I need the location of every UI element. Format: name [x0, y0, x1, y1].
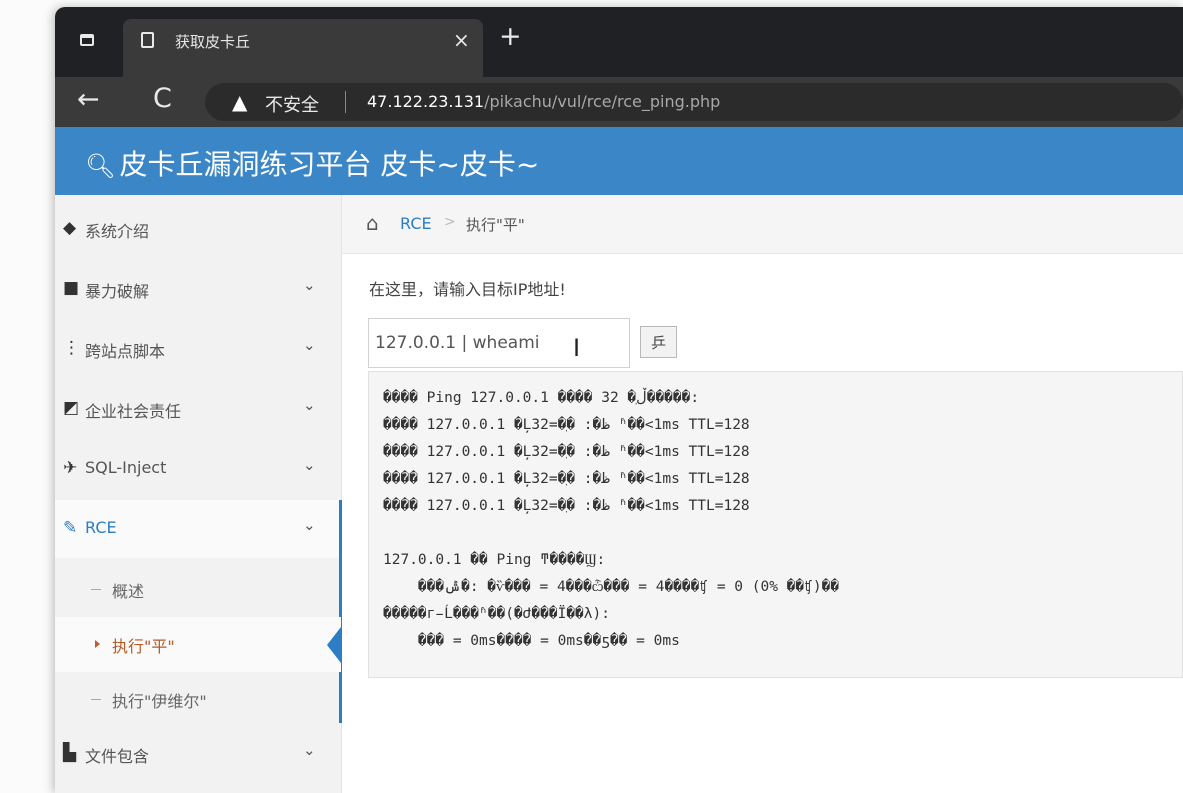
arrow-right-icon	[95, 640, 100, 648]
tab-actions-icon[interactable]	[77, 31, 97, 49]
site-title-link[interactable]: 🔍︎ 皮卡丘漏洞练习平台 皮卡~皮卡~	[85, 143, 539, 183]
output-line: ���� Ping 127.0.0.1 ���� 32 �ֽڵ�����:	[383, 390, 700, 406]
active-caret-icon	[327, 627, 341, 663]
output-line: ���� 127.0.0.1 �Ļظ�: �ֽ�=32 ʱ��<1ms TTL=…	[383, 444, 750, 460]
address-bar[interactable]: ▲ 不安全 47.122.23.131/pikachu/vul/rce/rce_…	[205, 83, 1183, 121]
new-tab-icon[interactable]: +	[499, 23, 522, 50]
chevron-down-icon: ⌄	[303, 276, 316, 294]
sidebar: ◆ 系统介绍 ■ 暴力破解 ⌄ ⋮ 跨站点脚本 ⌄ ◩ 企业社会责任 ⌄ ✈ S…	[55, 195, 342, 793]
file-icon: ▙	[63, 743, 77, 763]
breadcrumb: ⌂ RCE > 执行"平"	[342, 195, 1183, 254]
plane-icon: ✈	[63, 458, 78, 478]
output-line: ��� = 0ms���� = 0ms��ƽ�� = 0ms	[383, 633, 680, 649]
text-cursor-icon: I	[573, 334, 581, 362]
browser-tab[interactable]: 获取皮卡丘 ×	[123, 19, 483, 77]
browser-toolbar: ← C ▲ 不安全 47.122.23.131/pikachu/vul/rce/…	[55, 77, 1183, 127]
sidebar-item-rce[interactable]: ✎ RCE ⌄	[55, 500, 342, 723]
key-icon: 🔍︎	[85, 152, 116, 180]
list-icon: ⋮	[63, 338, 80, 358]
security-label[interactable]: 不安全	[265, 91, 319, 117]
output-line: ���ݰ�: �ѷ��� = 4���ѽ��� = 4����ʧ = 0 (0%…	[383, 579, 840, 595]
sidebar-item-xss[interactable]: ⋮ 跨站点脚本 ⌄	[55, 320, 341, 378]
warning-icon[interactable]: ▲	[232, 90, 247, 114]
breadcrumb-current: 执行"平"	[466, 216, 525, 234]
screen: 获取皮卡丘 × + ← C ▲ 不安全 47.122.23.131/pikach…	[0, 0, 1183, 793]
pencil-icon: ✎	[63, 518, 78, 538]
url-text[interactable]: 47.122.23.131/pikachu/vul/rce/rce_ping.p…	[367, 92, 720, 111]
chevron-down-icon: ⌄	[303, 456, 316, 474]
external-link-icon: ◩	[63, 398, 80, 418]
back-icon[interactable]: ←	[77, 84, 100, 115]
output-line: ���� 127.0.0.1 �Ļظ�: �ֽ�=32 ʱ��<1ms TTL=…	[383, 498, 750, 514]
page-icon	[141, 32, 154, 48]
breadcrumb-rce-link[interactable]: RCE	[400, 214, 432, 233]
ip-address-input[interactable]	[368, 318, 630, 368]
sidebar-subitem-exec-eval[interactable]: 执行"伊维尔"	[55, 672, 341, 727]
home-icon[interactable]: ⌂	[366, 211, 379, 235]
tab-strip: 获取皮卡丘 × +	[55, 7, 1183, 77]
browser-window: 获取皮卡丘 × + ← C ▲ 不安全 47.122.23.131/pikach…	[55, 7, 1183, 793]
tab-title: 获取皮卡丘	[175, 33, 251, 51]
ping-submit-button[interactable]: 乒	[640, 326, 677, 358]
site-header: 🔍︎ 皮卡丘漏洞练习平台 皮卡~皮卡~	[55, 127, 1183, 195]
output-line: ���� 127.0.0.1 �Ļظ�: �ֽ�=32 ʱ��<1ms TTL=…	[383, 471, 750, 487]
sidebar-item-sql-inject[interactable]: ✈ SQL-Inject ⌄	[55, 440, 341, 498]
output-line: ���� 127.0.0.1 �Ļظ�: �ֽ�=32 ʱ��<1ms TTL=…	[383, 417, 750, 433]
sidebar-item-brute-force[interactable]: ■ 暴力破解 ⌄	[55, 260, 341, 318]
sidebar-item-system-intro[interactable]: ◆ 系统介绍	[55, 200, 341, 258]
sidebar-subitem-exec-ping[interactable]: 执行"平"	[55, 617, 341, 672]
main-content: ⌂ RCE > 执行"平" 在这里，请输入目标IP地址! I 乒 ���� Pi…	[342, 195, 1183, 793]
reload-icon[interactable]: C	[153, 83, 172, 114]
tag-icon: ◆	[63, 218, 77, 238]
chevron-down-icon: ⌄	[303, 741, 316, 759]
chevron-down-icon: ⌄	[303, 516, 316, 534]
sidebar-item-csrf[interactable]: ◩ 企业社会责任 ⌄	[55, 380, 341, 438]
chevron-down-icon: ⌄	[303, 336, 316, 354]
output-line: �����г̵Ĺ���ʱ��(�Ժ���Ϊ��λ):	[383, 606, 610, 622]
tab-close-icon[interactable]: ×	[453, 28, 470, 52]
form-instruction: 在这里，请输入目标IP地址!	[369, 280, 566, 299]
lock-icon: ■	[63, 278, 80, 298]
breadcrumb-separator: >	[444, 214, 456, 230]
command-output: ���� Ping 127.0.0.1 ���� 32 �ֽڵ�����: ���…	[368, 371, 1183, 678]
sidebar-item-file-inclusion[interactable]: ▙ 文件包含 ⌄	[55, 725, 341, 783]
sidebar-subitem-overview[interactable]: 概述	[55, 562, 341, 617]
output-line: 127.0.0.1 �� Ping ͳ����Ϣ:	[383, 552, 606, 568]
address-divider	[345, 91, 346, 113]
chevron-down-icon: ⌄	[303, 396, 316, 414]
